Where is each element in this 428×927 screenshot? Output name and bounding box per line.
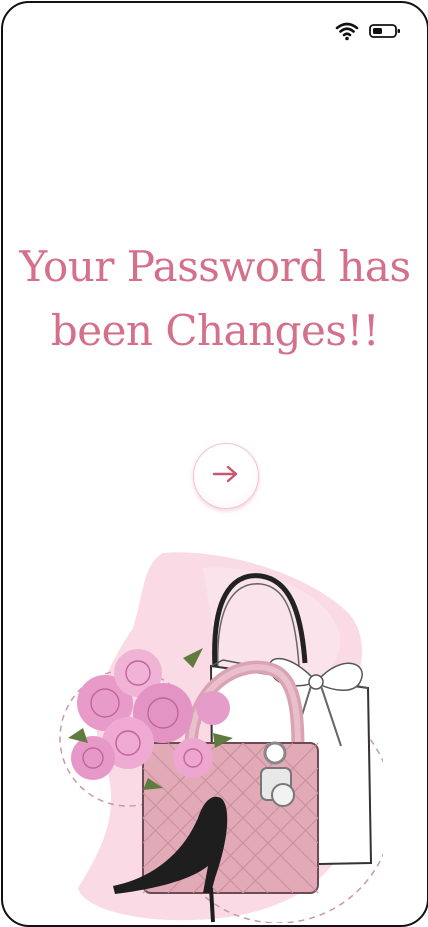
title-line-2: been Changes!!	[50, 306, 380, 355]
page-title: Your Password has been Changes!!	[3, 235, 427, 363]
title-line-1: Your Password has	[19, 242, 411, 291]
arrow-right-icon	[211, 464, 241, 488]
phone-frame: Your Password has been Changes!!	[1, 1, 428, 927]
next-button[interactable]	[193, 443, 259, 509]
wifi-icon	[335, 21, 359, 45]
battery-icon	[369, 23, 401, 43]
handbag-illustration	[59, 552, 383, 923]
status-bar	[335, 21, 401, 45]
